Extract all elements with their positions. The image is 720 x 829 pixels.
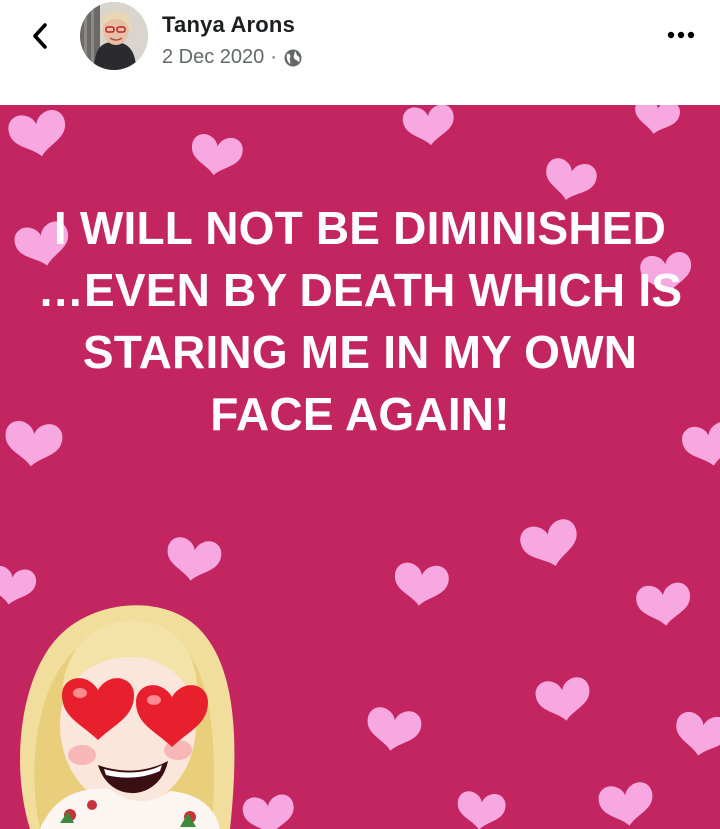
heart-decoration: [455, 790, 507, 829]
avatar[interactable]: [80, 2, 148, 70]
post-image[interactable]: I WILL NOT BE DIMINISHED …EVEN BY DEATH …: [0, 105, 720, 829]
chevron-left-icon: [33, 23, 47, 49]
globe-icon: [284, 49, 302, 66]
heart-decoration: [6, 107, 71, 162]
heart-decoration: [631, 105, 682, 138]
heart-eyes-avatar-sticker: [20, 605, 235, 829]
author-name[interactable]: Tanya Arons: [162, 12, 295, 38]
heart-decoration: [363, 705, 424, 755]
avatar-photo: [80, 2, 148, 70]
heart-decoration: [533, 675, 594, 725]
back-button[interactable]: [22, 16, 58, 56]
post-meta: 2 Dec 2020 ·: [162, 46, 303, 69]
heart-decoration: [401, 105, 457, 148]
more-dots-icon: [667, 31, 695, 39]
heart-decoration: [671, 709, 720, 761]
post-text: I WILL NOT BE DIMINISHED …EVEN BY DEATH …: [37, 202, 683, 440]
post-date[interactable]: 2 Dec 2020: [162, 46, 264, 69]
heart-decoration: [392, 561, 451, 609]
heart-decoration: [517, 516, 584, 573]
heart-decoration: [596, 780, 657, 829]
post-header: Tanya Arons 2 Dec 2020 ·: [0, 0, 720, 105]
meta-separator: ·: [270, 46, 277, 68]
heart-decoration: [634, 581, 693, 629]
heart-decoration: [188, 132, 245, 179]
more-options-button[interactable]: [664, 22, 698, 48]
